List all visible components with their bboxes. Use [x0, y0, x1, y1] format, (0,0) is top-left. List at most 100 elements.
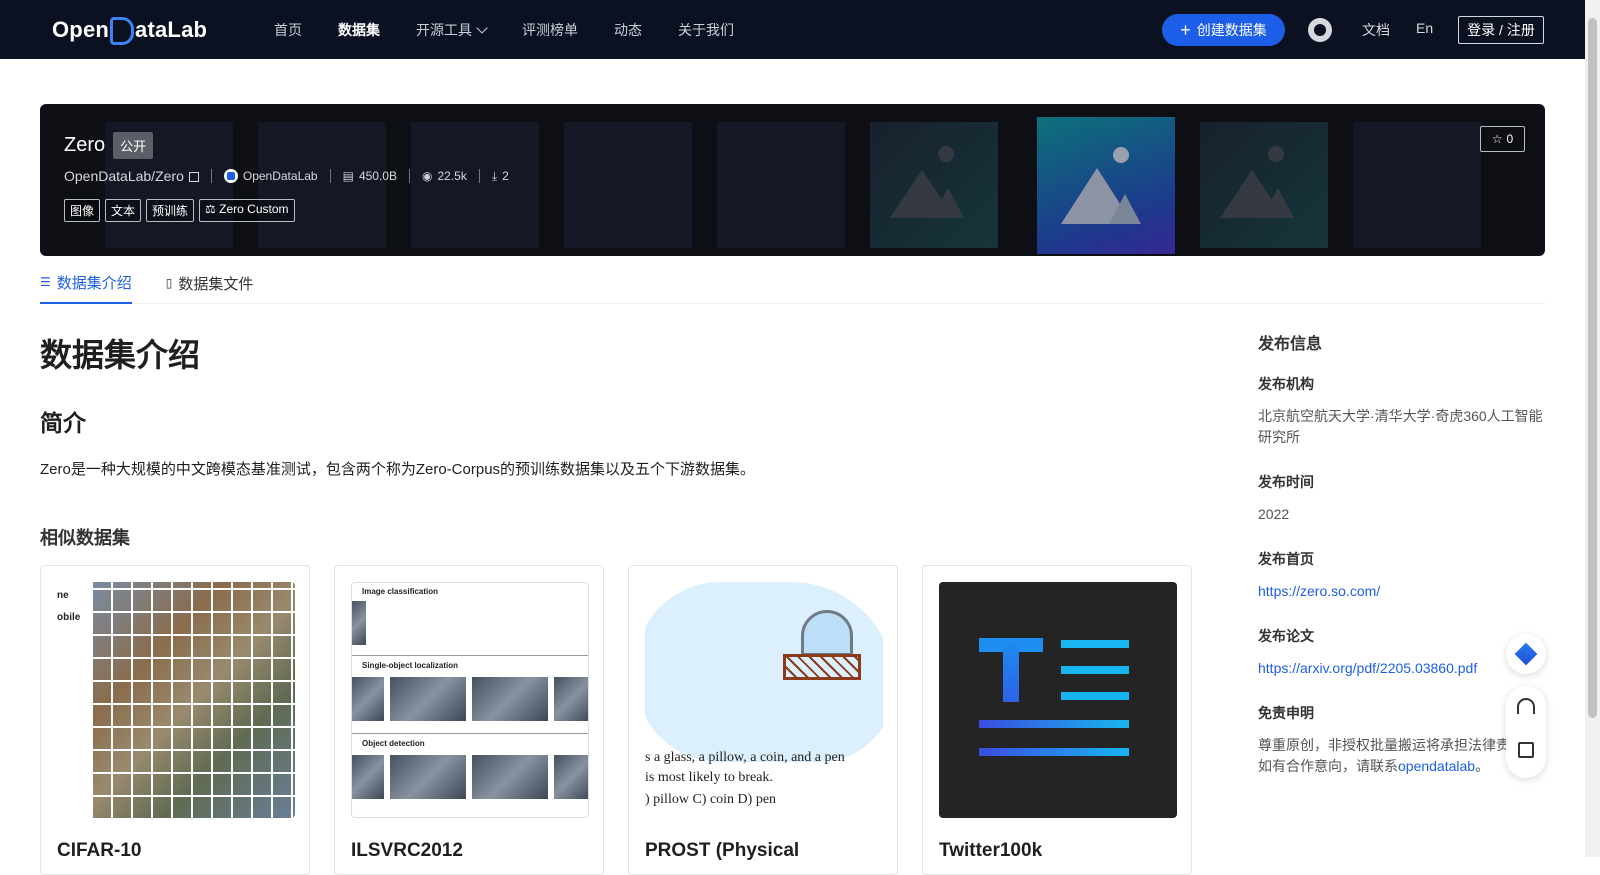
dataset-card-title: ILSVRC2012 [351, 840, 463, 861]
dataset-card[interactable]: ne obile CIFAR-10 [40, 565, 310, 875]
divider [478, 169, 480, 183]
publish-info-panel: 发布信息 发布机构 北京航空航天大学·清华大学·奇虎360人工智能研究所 发布时… [1258, 330, 1548, 801]
tag-text[interactable]: 文本 [105, 199, 142, 222]
org-avatar-icon [223, 169, 238, 183]
github-icon[interactable] [1308, 18, 1332, 42]
photo [352, 677, 384, 721]
divider [210, 169, 212, 183]
nav-about[interactable]: 关于我们 [678, 20, 734, 40]
image-placeholder-icon [1037, 117, 1175, 254]
star-icon: ☆ [1491, 132, 1503, 146]
file-icon: ▯ [165, 276, 173, 290]
copy-icon[interactable] [188, 172, 199, 182]
photo [472, 755, 548, 799]
feedback-edit-icon[interactable] [1518, 742, 1534, 758]
float-toolbar [1506, 686, 1546, 778]
divider [352, 655, 588, 656]
prost-question-line: ) pillow C) coin D) pen [645, 792, 777, 807]
nav-tools[interactable]: 开源工具 [416, 20, 488, 40]
paper-label: 发布论文 [1258, 628, 1314, 644]
text-line-icon [1061, 692, 1129, 700]
text-dataset-icon [939, 582, 1177, 818]
t-glyph [1003, 638, 1019, 702]
nav-news[interactable]: 动态 [614, 20, 642, 40]
eye-icon: ◉ [421, 169, 433, 183]
dataset-card[interactable]: Twitter100k [922, 565, 1192, 875]
headset-icon[interactable] [1517, 698, 1535, 714]
tag-image[interactable]: 图像 [64, 199, 101, 222]
nav-tools-label: 开源工具 [416, 21, 472, 38]
docs-link[interactable]: 文档 [1362, 20, 1390, 40]
text-line-icon [1061, 666, 1129, 674]
page-scrollbar[interactable] [1585, 0, 1600, 857]
star-button[interactable]: ☆ 0 [1480, 126, 1525, 152]
publish-time-label: 发布时间 [1258, 474, 1314, 490]
contact-link[interactable]: opendatalab [1398, 758, 1475, 774]
similar-datasets: ne obile CIFAR-10 Image classification S… [40, 565, 1192, 875]
logo-text-open: Open [52, 17, 110, 42]
banner-thumbnail [564, 122, 692, 248]
image-grid [93, 582, 295, 818]
tag-pretrain[interactable]: 预训练 [146, 199, 195, 222]
ilsvrc-section-label: Image classification [362, 587, 439, 596]
paper-link[interactable]: https://arxiv.org/pdf/2205.03860.pdf [1258, 660, 1477, 676]
storage-icon: ▤ [342, 169, 354, 183]
assistant-float-button[interactable] [1506, 634, 1546, 674]
scale-icon: ⚖ [205, 202, 216, 216]
disclaimer-text: 尊重原创，非授权批量搬运将承担法律责任，如有合作意向，请联系opendatala… [1258, 735, 1548, 777]
page-title: 数据集介绍 [40, 337, 201, 373]
logo-d-icon [110, 17, 135, 45]
tab-files-label: 数据集文件 [178, 275, 254, 293]
plus-icon: + [1180, 20, 1191, 40]
nav-home[interactable]: 首页 [274, 20, 302, 40]
download-count: 2 [502, 169, 509, 183]
logo-text-datalab: ataLab [135, 17, 208, 42]
license-tag[interactable]: ⚖ Zero Custom [199, 199, 295, 222]
dataset-card-image: s a glass, a pillow, a coin, and a pen i… [645, 582, 883, 818]
star-count: 0 [1506, 132, 1514, 146]
photo [390, 755, 466, 799]
photo [352, 755, 384, 799]
dataset-name: Zero [64, 134, 106, 156]
top-navbar: Open ataLab 首页 数据集 开源工具 评测榜单 动态 关于我们 + 创建… [0, 0, 1585, 59]
dataset-tabs: ☰ 数据集介绍 ▯ 数据集文件 [40, 262, 1545, 304]
login-register-button[interactable]: 登录 / 注册 [1458, 16, 1544, 44]
tab-intro[interactable]: ☰ 数据集介绍 [40, 262, 132, 304]
dataset-card-title: CIFAR-10 [57, 840, 142, 861]
text-line-icon [979, 720, 1129, 728]
view-count: 22.5k [437, 169, 467, 183]
org-name[interactable]: OpenDataLab [243, 169, 318, 183]
create-dataset-button[interactable]: + 创建数据集 [1162, 14, 1285, 46]
homepage-link[interactable]: https://zero.so.com/ [1258, 583, 1380, 599]
tab-intro-label: 数据集介绍 [56, 274, 132, 292]
photo [472, 677, 548, 721]
publish-time-value: 2022 [1258, 506, 1290, 522]
dataset-path: OpenDataLab/Zero [64, 168, 184, 184]
database-icon: ☰ [40, 275, 51, 289]
cifar-label: ne [57, 590, 69, 601]
visibility-badge: 公开 [113, 132, 154, 159]
dataset-card-image: ne obile [57, 582, 295, 818]
assistant-icon [1514, 642, 1538, 666]
disclaimer-end: 。 [1475, 758, 1490, 774]
tab-files[interactable]: ▯ 数据集文件 [166, 262, 254, 304]
nav-leaderboard[interactable]: 评测榜单 [522, 20, 578, 40]
prost-question-line: s a glass, a pillow, a coin, and a pen [645, 750, 845, 765]
photo [554, 677, 588, 721]
photo [554, 755, 588, 799]
dataset-card[interactable]: Image classification Single-object local… [334, 565, 604, 875]
similar-heading: 相似数据集 [40, 528, 130, 548]
opendatalab-logo[interactable]: Open ataLab [52, 14, 207, 46]
dataset-card[interactable]: s a glass, a pillow, a coin, and a pen i… [628, 565, 898, 875]
nav-datasets[interactable]: 数据集 [338, 20, 380, 40]
language-toggle[interactable]: En [1416, 20, 1433, 36]
divider [408, 169, 410, 183]
scrollbar-thumb[interactable] [1588, 18, 1597, 718]
dataset-card-title: Twitter100k [939, 840, 1043, 861]
dataset-card-title: PROST (Physical [645, 840, 800, 861]
dataset-card-image: Image classification Single-object local… [351, 582, 589, 818]
intro-text: Zero是一种大规模的中文跨模态基准测试，包含两个称为Zero-Corpus的预… [40, 461, 756, 478]
image-placeholder-icon [1200, 122, 1328, 248]
ilsvrc-section-label: Single-object localization [362, 661, 459, 670]
photo [390, 677, 466, 721]
